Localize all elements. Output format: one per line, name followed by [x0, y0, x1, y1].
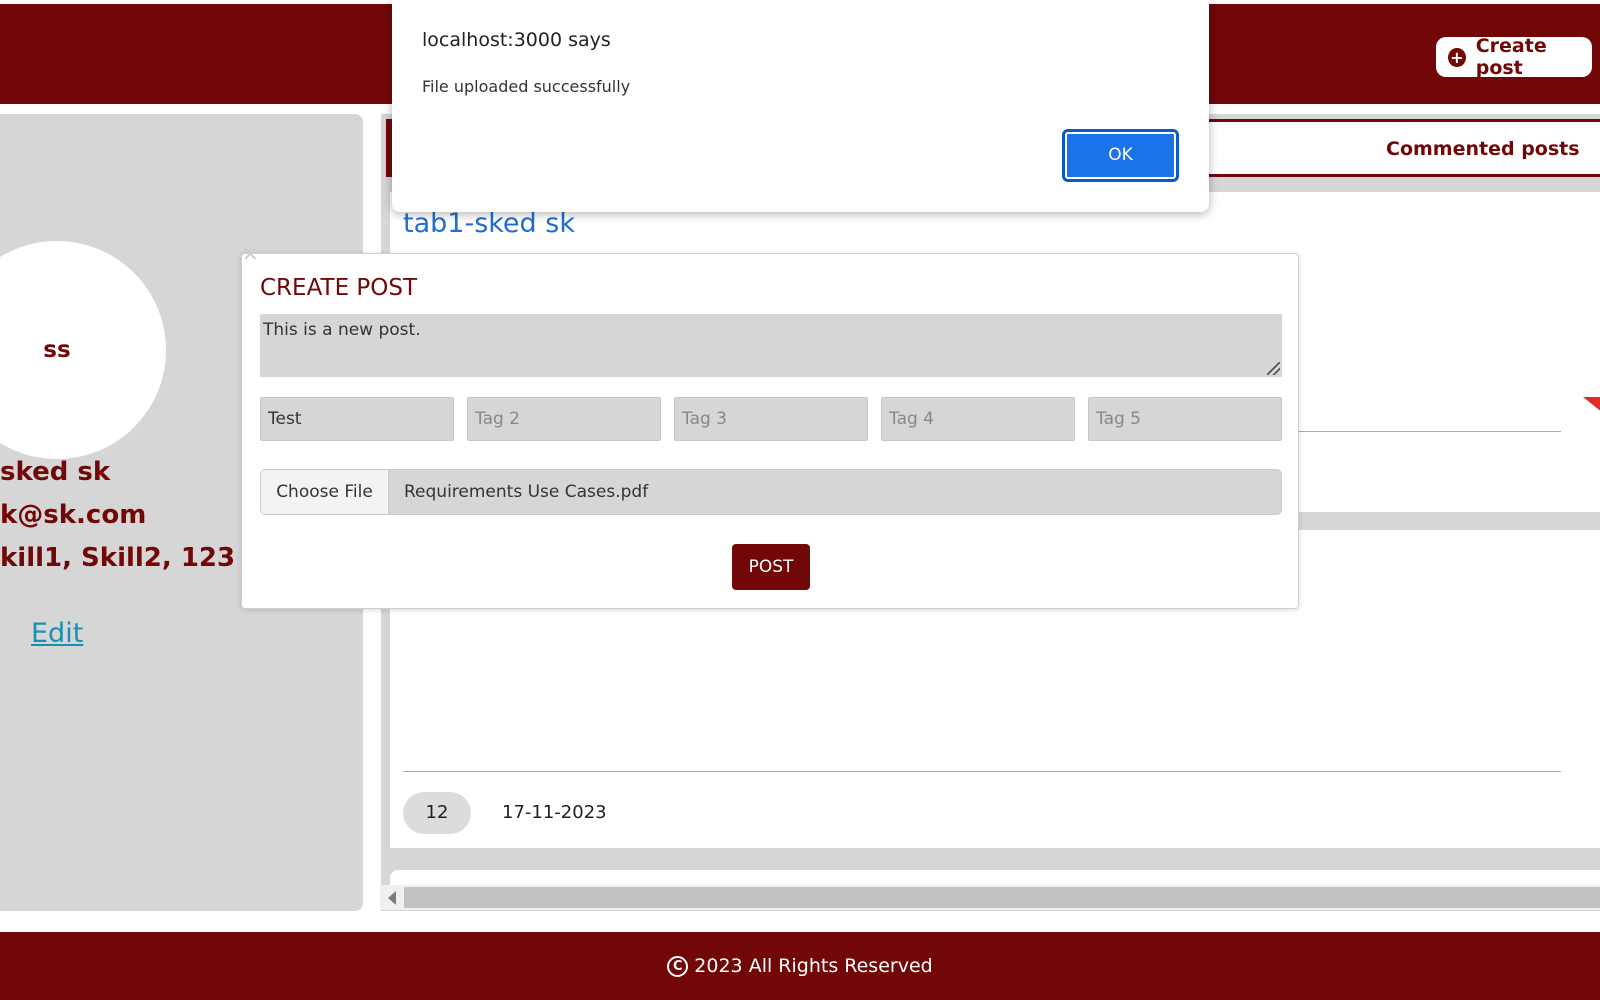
alert-ok-button[interactable]: OK	[1062, 129, 1179, 182]
vote-count-badge[interactable]: 12	[403, 792, 471, 834]
plus-circle-icon: +	[1448, 47, 1466, 67]
avatar: ss	[0, 241, 166, 459]
copyright-icon: C	[667, 955, 689, 977]
footer-text: 2023 All Rights Reserved	[694, 955, 933, 977]
scrollbar-thumb[interactable]	[404, 887, 1600, 908]
alert-message: File uploaded successfully	[422, 77, 631, 96]
tag-input-4[interactable]	[881, 397, 1075, 441]
post-date: 17-11-2023	[502, 802, 607, 823]
choose-file-button[interactable]: Choose File	[261, 470, 389, 514]
scroll-left-icon[interactable]	[388, 891, 396, 905]
tag-input-5[interactable]	[1088, 397, 1282, 441]
divider	[403, 771, 1561, 772]
post-text-input[interactable]: This is a new post.	[260, 314, 1282, 377]
post-submit-button[interactable]: POST	[732, 544, 810, 590]
resize-handle-icon[interactable]	[1267, 362, 1280, 375]
avatar-initials: ss	[43, 337, 71, 363]
create-post-label: Create post	[1475, 35, 1547, 79]
create-post-modal: ✕ CREATE POST This is a new post. Choose…	[241, 242, 1299, 609]
modal-title: CREATE POST	[260, 275, 418, 301]
tag-input-2[interactable]	[467, 397, 661, 441]
tag-input-1[interactable]	[260, 397, 454, 441]
tag-input-3[interactable]	[674, 397, 868, 441]
profile-name: sked sk	[0, 457, 111, 487]
post-title[interactable]: tab1-sked sk	[403, 208, 575, 239]
profile-skills: kill1, Skill2, 123	[0, 543, 236, 573]
create-post-button[interactable]: + Create post	[1436, 35, 1592, 79]
tab-commented-posts[interactable]: Commented posts	[1386, 138, 1580, 160]
alert-title: localhost:3000 says	[422, 29, 611, 51]
file-input[interactable]: Choose File Requirements Use Cases.pdf	[260, 469, 1282, 515]
horizontal-scrollbar[interactable]	[380, 885, 1600, 910]
browser-alert-dialog: localhost:3000 says File uploaded succes…	[392, 0, 1209, 212]
profile-email: k@sk.com	[0, 500, 147, 530]
edit-profile-link[interactable]: Edit	[31, 618, 83, 649]
footer: C 2023 All Rights Reserved	[0, 932, 1600, 1000]
close-icon[interactable]: ✕	[242, 242, 259, 266]
flag-icon	[1583, 397, 1600, 417]
selected-file-name: Requirements Use Cases.pdf	[404, 482, 649, 502]
